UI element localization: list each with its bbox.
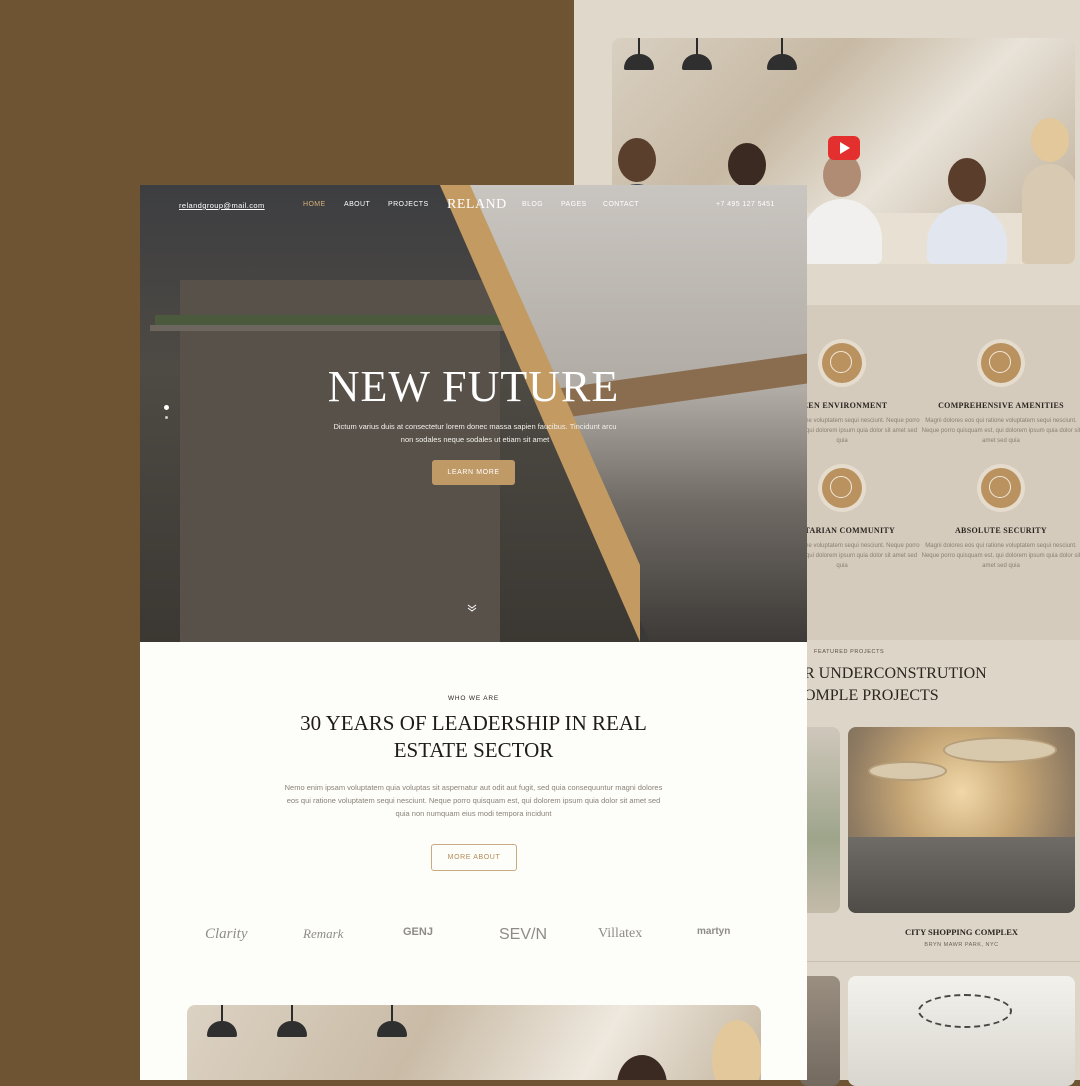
nav-blog[interactable]: BLOG xyxy=(522,201,543,208)
pendant-lamp xyxy=(682,38,712,70)
pendant-lamp xyxy=(624,38,654,70)
scroll-down-icon[interactable] xyxy=(467,603,477,613)
brand-logo-sevn: SEV/N xyxy=(499,926,548,943)
about-eyebrow: WHO WE ARE xyxy=(448,695,499,702)
hero-subtitle: Dictum varius duis at consectetur lorem … xyxy=(333,422,617,444)
nav-contact[interactable]: CONTACT xyxy=(603,201,639,208)
top-navigation: relandgroup@mail.com HOME ABOUT PROJECTS… xyxy=(140,185,807,225)
leaf-hand-icon xyxy=(822,343,862,383)
more-about-button[interactable]: MORE ABOUT xyxy=(431,844,517,871)
brand-logo-clarity: Clarity xyxy=(205,926,248,942)
projects-title: R UNDERCONSTRUTION OMPLE PROJECTS xyxy=(804,663,987,707)
pendant-lamp xyxy=(277,1005,307,1037)
email-link[interactable]: relandgroup@mail.com xyxy=(179,201,265,210)
nav-home[interactable]: HOME xyxy=(303,201,326,208)
play-video-icon[interactable] xyxy=(828,136,860,160)
feature-security: ABSOLUTE SECURITY Magni dolores eos qui … xyxy=(921,468,1080,571)
about-title: 30 YEARS OF LEADERSHIP IN REAL ESTATE SE… xyxy=(300,711,647,762)
logo[interactable]: RELAND xyxy=(447,197,507,213)
main-landing-page: relandgroup@mail.com HOME ABOUT PROJECTS… xyxy=(140,185,807,1080)
about-text: Nemo enim ipsam voluptatem quia voluptas… xyxy=(284,783,663,818)
nav-about[interactable]: ABOUT xyxy=(344,201,370,208)
phone-number[interactable]: +7 495 127 5451 xyxy=(716,201,775,208)
projects-title-line: OMPLE PROJECTS xyxy=(804,687,939,704)
project-card-location: BRYN MAWR PARK, NYC xyxy=(924,942,999,948)
lock-shield-icon xyxy=(981,468,1021,508)
person xyxy=(802,153,882,264)
hero-title: NEW FUTURE xyxy=(327,362,620,411)
slider-dot[interactable] xyxy=(165,416,168,419)
hero-section: relandgroup@mail.com HOME ABOUT PROJECTS… xyxy=(140,185,807,642)
brand-logo-remark: Remark xyxy=(303,926,344,941)
key-icon xyxy=(981,343,1021,383)
project-image-atrium[interactable] xyxy=(848,976,1075,1086)
projects-title-line: R UNDERCONSTRUTION xyxy=(804,665,987,682)
feature-amenities: COMPREHENSIVE AMENITIES Magni dolores eo… xyxy=(921,343,1080,446)
learn-more-button[interactable]: LEARN MORE xyxy=(432,460,515,485)
brand-logo-genj: GENJ xyxy=(403,926,433,938)
projects-eyebrow: FEATURED PROJECTS xyxy=(814,649,885,655)
pendant-lamp xyxy=(767,38,797,70)
person xyxy=(1022,118,1075,264)
project-image-shopping-complex[interactable] xyxy=(848,727,1075,913)
project-card-title[interactable]: CITY SHOPPING COMPLEX xyxy=(848,927,1075,937)
feature-title: COMPREHENSIVE AMENITIES xyxy=(938,401,1064,410)
brand-logo-villatex: Villatex xyxy=(598,926,643,941)
feature-text: Magni dolores eos qui ratione voluptatem… xyxy=(921,543,1080,569)
people-icon xyxy=(822,468,862,508)
team-meeting-photo xyxy=(187,1005,761,1080)
pendant-lamp xyxy=(207,1005,237,1037)
feature-text: Magni dolores eos qui ratione voluptatem… xyxy=(921,418,1080,444)
nav-pages[interactable]: PAGES xyxy=(561,201,587,208)
brand-logo-martyn: martyn xyxy=(697,926,731,937)
pendant-lamp xyxy=(377,1005,407,1037)
nav-projects[interactable]: PROJECTS xyxy=(388,201,429,208)
feature-title: ABSOLUTE SECURITY xyxy=(954,526,1047,535)
